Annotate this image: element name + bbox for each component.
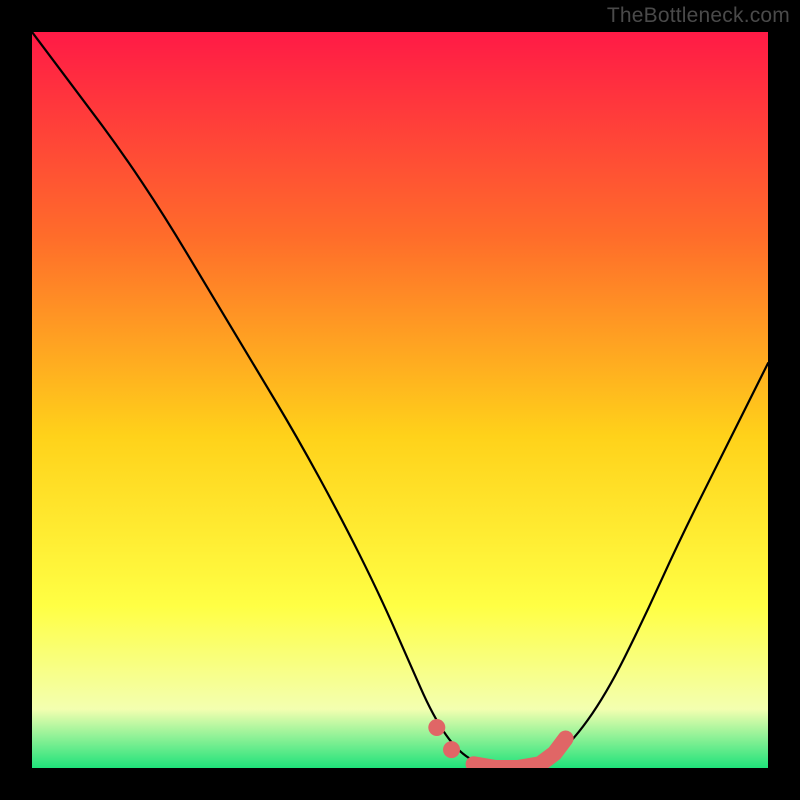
marker-dot bbox=[428, 719, 445, 736]
watermark-text: TheBottleneck.com bbox=[607, 4, 790, 28]
gradient-background bbox=[32, 32, 768, 768]
stage: TheBottleneck.com bbox=[0, 0, 800, 800]
chart-plot-area bbox=[32, 32, 768, 768]
bottleneck-chart bbox=[32, 32, 768, 768]
marker-dot bbox=[443, 741, 460, 758]
